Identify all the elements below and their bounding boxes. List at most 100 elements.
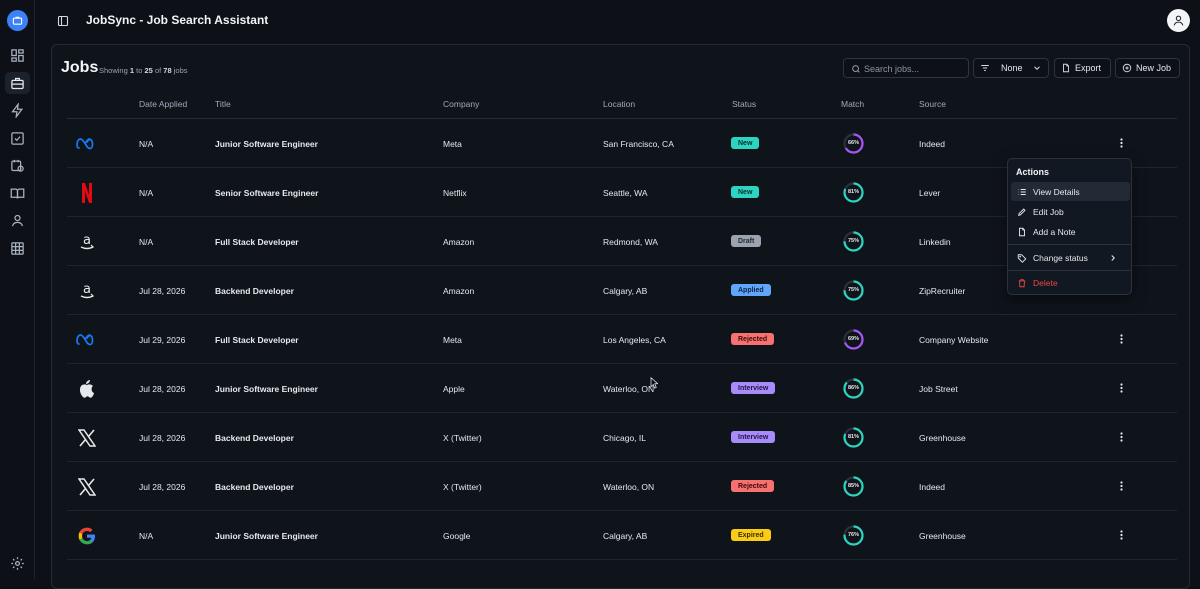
- gear-icon: [11, 557, 24, 570]
- column-source[interactable]: Source: [919, 99, 946, 109]
- match-percent: 81%: [847, 434, 859, 440]
- company-name: X (Twitter): [443, 433, 482, 443]
- sidebar-item-tasks[interactable]: [9, 130, 26, 147]
- match-score-ring: 75%: [842, 230, 865, 253]
- more-vertical-icon: [1119, 334, 1123, 344]
- export-label: Export: [1075, 63, 1102, 73]
- column-match[interactable]: Match: [841, 99, 864, 109]
- match-score-ring: 75%: [842, 279, 865, 302]
- menu-item-delete[interactable]: Delete: [1011, 273, 1130, 292]
- date-applied: N/A: [139, 237, 154, 247]
- actions-menu-title: Actions: [1016, 167, 1050, 177]
- briefcase-logo-icon: [12, 16, 23, 25]
- company-logo-x-icon: [75, 427, 99, 449]
- status-badge: Rejected: [731, 333, 775, 345]
- user-avatar-button[interactable]: [1167, 9, 1190, 32]
- menu-item-add-note[interactable]: Add a Note: [1011, 222, 1130, 241]
- row-actions-button[interactable]: [1115, 431, 1127, 443]
- menu-item-label: Change status: [1033, 252, 1088, 263]
- more-vertical-icon: [1119, 138, 1123, 148]
- match-score-ring: 66%: [842, 132, 865, 155]
- company-name: X (Twitter): [443, 482, 482, 492]
- column-status[interactable]: Status: [732, 99, 756, 109]
- column-date-applied[interactable]: Date Applied: [139, 99, 187, 109]
- user-avatar-icon: [1173, 15, 1184, 26]
- file-icon: [1063, 63, 1069, 73]
- more-vertical-icon: [1119, 481, 1123, 491]
- status-badge: Interview: [731, 431, 776, 443]
- job-title[interactable]: Junior Software Engineer: [215, 139, 318, 149]
- company-logo-amazon-icon: a: [75, 280, 99, 302]
- search-box: [843, 58, 969, 78]
- calendar-clock-icon: [11, 159, 24, 172]
- match-score-ring: 76%: [842, 524, 865, 547]
- company-name: Amazon: [443, 286, 475, 296]
- mouse-cursor-icon: [650, 377, 658, 389]
- job-title[interactable]: Backend Developer: [215, 286, 294, 296]
- table-row[interactable]: Jul 29, 2026 Full Stack Developer Meta Los …: [67, 315, 1177, 364]
- range-to: to: [136, 66, 143, 75]
- status-badge: Rejected: [731, 480, 775, 492]
- job-location: Redmond, WA: [603, 237, 658, 247]
- job-location: Los Angeles, CA: [603, 335, 666, 345]
- book-icon: [10, 188, 25, 199]
- menu-item-view-details[interactable]: View Details: [1011, 182, 1130, 201]
- column-company[interactable]: Company: [443, 99, 479, 109]
- row-actions-button[interactable]: [1115, 382, 1127, 394]
- menu-item-change-status[interactable]: Change status: [1011, 248, 1130, 267]
- sidebar-item-profile[interactable]: [9, 212, 26, 229]
- menu-item-label: Delete: [1033, 277, 1058, 288]
- company-name: Google: [443, 531, 471, 541]
- table-row[interactable]: Jul 28, 2026 Backend Developer X (Twitter)…: [67, 462, 1177, 511]
- job-title[interactable]: Senior Software Engineer: [215, 188, 318, 198]
- list-icon: [1018, 188, 1026, 195]
- actions-menu: Actions View Details Edit Job Add a Note…: [1007, 158, 1132, 295]
- job-title[interactable]: Full Stack Developer: [215, 335, 299, 345]
- chevron-down-icon: [1034, 66, 1040, 70]
- row-actions-button[interactable]: [1115, 480, 1127, 492]
- sidebar-item-calendar[interactable]: [9, 157, 26, 174]
- column-title[interactable]: Title: [215, 99, 231, 109]
- row-actions-button[interactable]: [1115, 137, 1127, 149]
- sidebar-item-library[interactable]: [9, 185, 26, 202]
- job-title[interactable]: Junior Software Engineer: [215, 384, 318, 394]
- company-name: Amazon: [443, 237, 475, 247]
- status-badge: Applied: [731, 284, 771, 296]
- svg-text:a: a: [83, 233, 91, 248]
- sidebar-item-activities[interactable]: [9, 102, 26, 119]
- table-row[interactable]: N/A Junior Software Engineer Google Calgary…: [67, 511, 1177, 560]
- app-logo[interactable]: [7, 10, 28, 31]
- search-input[interactable]: [864, 61, 964, 76]
- sidebar-item-dashboard[interactable]: [9, 47, 26, 64]
- job-location: Calgary, AB: [603, 531, 648, 541]
- job-source: Linkedin: [919, 237, 951, 247]
- page-title: Jobs: [61, 59, 99, 76]
- match-percent: 75%: [847, 287, 859, 293]
- new-job-button[interactable]: New Job: [1115, 58, 1180, 78]
- row-actions-button[interactable]: [1115, 333, 1127, 345]
- job-title[interactable]: Backend Developer: [215, 482, 294, 492]
- filter-dropdown[interactable]: None: [973, 58, 1049, 78]
- match-percent: 81%: [847, 189, 859, 195]
- table-row[interactable]: Jul 28, 2026 Backend Developer X (Twitter)…: [67, 413, 1177, 462]
- job-source: Greenhouse: [919, 531, 966, 541]
- sidebar-settings[interactable]: [9, 555, 26, 572]
- row-actions-button[interactable]: [1115, 529, 1127, 541]
- sidebar-item-table[interactable]: [9, 240, 26, 257]
- date-applied: N/A: [139, 188, 154, 198]
- sidebar-toggle-button[interactable]: [57, 14, 69, 27]
- table-row[interactable]: Jul 28, 2026 Junior Software Engineer Appl…: [67, 364, 1177, 413]
- svg-text:a: a: [83, 282, 91, 297]
- status-badge: Draft: [731, 235, 762, 247]
- job-location: San Francisco, CA: [603, 139, 674, 149]
- job-title[interactable]: Full Stack Developer: [215, 237, 299, 247]
- column-location[interactable]: Location: [603, 99, 635, 109]
- sidebar-item-jobs[interactable]: [5, 72, 30, 94]
- job-title[interactable]: Junior Software Engineer: [215, 531, 318, 541]
- trash-icon: [1018, 278, 1026, 287]
- of-label: of: [154, 66, 162, 75]
- menu-item-edit-job[interactable]: Edit Job: [1011, 202, 1130, 221]
- export-button[interactable]: Export: [1054, 58, 1111, 78]
- job-title[interactable]: Backend Developer: [215, 433, 294, 443]
- job-source: Indeed: [919, 482, 945, 492]
